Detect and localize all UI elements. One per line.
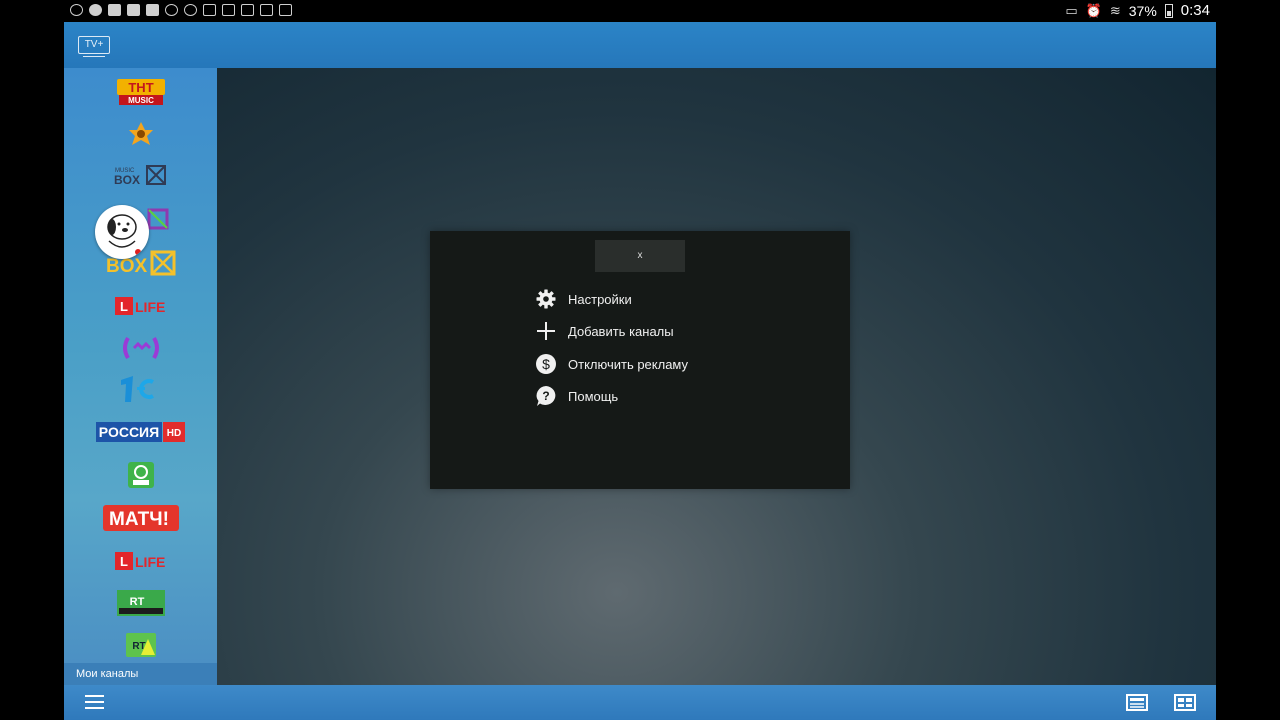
- ntv-hd-logo: [127, 462, 154, 488]
- menu-item-label: Отключить рекламу: [568, 356, 689, 372]
- dog-cartoon-icon: [107, 214, 141, 255]
- youtube-icon: [127, 4, 140, 16]
- dollar-icon: $: [535, 353, 557, 375]
- svg-text:?: ?: [542, 389, 549, 403]
- help-icon: ?: [535, 385, 557, 407]
- menu-item-label: Помощь: [568, 388, 619, 404]
- tnt-music-logo: ТНТ MUSIC: [116, 79, 165, 105]
- purple-wave-logo: [122, 336, 159, 360]
- bottom-bar: [64, 685, 1216, 720]
- channel-item[interactable]: L LIFE: [64, 549, 217, 573]
- music-box-logo: MUSIC BOX: [114, 165, 166, 187]
- menu-item-help[interactable]: ? Помощь: [535, 384, 618, 408]
- close-button[interactable]: x: [595, 240, 685, 272]
- channel-item[interactable]: RT: [64, 588, 217, 618]
- my-channels-label[interactable]: Мои каналы: [64, 663, 217, 685]
- gear-icon: [535, 288, 557, 310]
- bag-icon: [279, 4, 292, 16]
- svg-text:РОССИЯ: РОССИЯ: [98, 424, 158, 440]
- battery-icon: [1164, 3, 1173, 18]
- app-icon: [184, 4, 197, 16]
- menu-item-add-channels[interactable]: Добавить каналы: [535, 319, 674, 343]
- menu-item-label: Настройки: [568, 291, 632, 307]
- channel-item[interactable]: MUSIC BOX: [64, 162, 217, 188]
- fire-logo: [128, 122, 153, 145]
- blue-one-logo: [120, 376, 154, 402]
- bag-icon: [260, 4, 273, 16]
- life-logo: L LIFE: [114, 552, 165, 570]
- svg-text:L: L: [120, 299, 128, 314]
- menu-item-label: Добавить каналы: [568, 323, 674, 339]
- channel-item[interactable]: МАТЧ!: [64, 502, 217, 534]
- plus-icon: [535, 320, 557, 342]
- weather-icon: [203, 4, 216, 16]
- svg-text:HD: HD: [166, 428, 180, 439]
- options-dialog: x Настройки Добавить каналы $ Отключить …: [430, 231, 850, 489]
- wifi-icon: ≋: [1109, 2, 1121, 18]
- notification-icons: [70, 4, 292, 16]
- cloud-icon: [89, 4, 102, 16]
- svg-text:МАТЧ!: МАТЧ!: [109, 509, 169, 530]
- youtube-icon: [146, 4, 159, 16]
- svg-text:MUSIC: MUSIC: [128, 96, 154, 105]
- rt-doc-logo: RT: [125, 633, 156, 657]
- cast-icon: ▭: [1065, 2, 1078, 18]
- channel-sidebar[interactable]: ТНТ MUSIC MUSIC BOX BOX L LIFE РОССИЯ HD…: [64, 68, 217, 685]
- status-bar: ▭ ⏰ ≋ 37% 0:34: [0, 0, 1280, 22]
- tvplus-logo[interactable]: TV+: [78, 36, 110, 57]
- svg-text:$: $: [542, 356, 550, 372]
- match-logo: МАТЧ!: [102, 505, 179, 531]
- clock: 0:34: [1180, 2, 1210, 19]
- app-icon: [165, 4, 178, 16]
- channel-item[interactable]: РОССИЯ HD: [64, 420, 217, 444]
- system-icons: ▭ ⏰ ≋ 37% 0:34: [1065, 2, 1210, 19]
- channel-item[interactable]: RT: [64, 630, 217, 660]
- svg-text:BOX: BOX: [114, 173, 140, 187]
- channel-item[interactable]: ТНТ MUSIC: [64, 76, 217, 108]
- svg-text:BOX: BOX: [106, 256, 148, 277]
- svg-text:RT: RT: [129, 596, 144, 608]
- top-bar: TV+: [64, 22, 1216, 69]
- russia-hd-logo: РОССИЯ HD: [95, 422, 185, 442]
- svg-text:ТНТ: ТНТ: [128, 80, 153, 95]
- list-view-icon[interactable]: [1126, 694, 1148, 711]
- channel-item[interactable]: [64, 334, 217, 362]
- svg-text:LIFE: LIFE: [135, 299, 165, 315]
- image-icon: [222, 4, 235, 16]
- life-logo: L LIFE: [114, 297, 165, 315]
- menu-item-settings[interactable]: Настройки: [535, 287, 632, 311]
- floating-sticker[interactable]: [95, 205, 149, 259]
- channel-item[interactable]: [64, 120, 217, 148]
- grid-view-icon[interactable]: [1174, 694, 1196, 711]
- youtube-icon: [108, 4, 121, 16]
- broadcast-icon: [70, 4, 83, 16]
- channel-item[interactable]: BOX: [64, 248, 217, 278]
- channel-item[interactable]: [64, 460, 217, 490]
- battery-percent: 37%: [1128, 2, 1157, 19]
- svg-text:LIFE: LIFE: [135, 554, 165, 570]
- shield-icon: [241, 4, 254, 16]
- alarm-icon: ⏰: [1085, 2, 1102, 18]
- channel-item[interactable]: [64, 374, 217, 404]
- menu-item-disable-ads[interactable]: $ Отключить рекламу: [535, 352, 688, 376]
- rt-logo: RT: [116, 590, 165, 616]
- menu-icon[interactable]: [85, 695, 104, 710]
- channel-item[interactable]: L LIFE: [64, 294, 217, 318]
- svg-text:L: L: [120, 554, 128, 569]
